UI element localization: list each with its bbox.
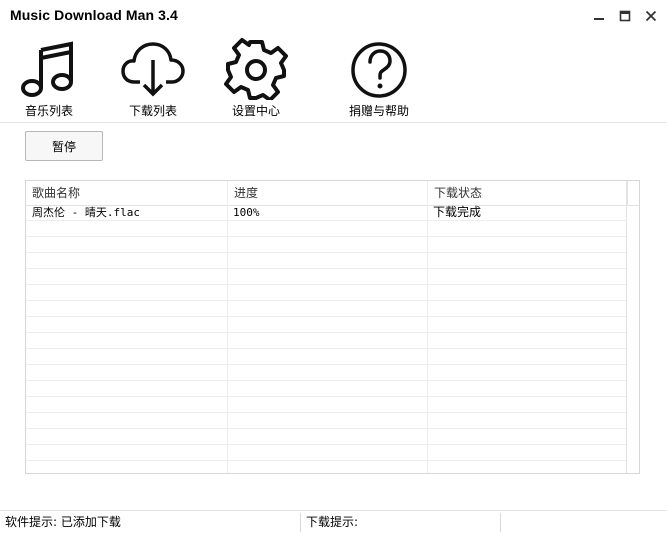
download-table: 歌曲名称 进度 下载状态 周杰伦 - 晴天.flac 100% 下载完成 (25, 180, 640, 474)
empty-table-row (26, 317, 627, 333)
cell-status: 下载完成 (433, 205, 482, 219)
maximize-icon (619, 10, 631, 22)
toolbar-divider (0, 122, 667, 123)
column-header-status[interactable]: 下载状态 (428, 181, 628, 205)
table-row[interactable]: 周杰伦 - 晴天.flac 100% 下载完成 (26, 205, 627, 221)
column-divider (427, 181, 428, 473)
empty-table-row (26, 333, 627, 349)
close-button[interactable] (643, 8, 659, 24)
status-divider (500, 513, 501, 532)
download-hint: 下载提示: (306, 515, 359, 529)
empty-table-row (26, 269, 627, 285)
toolbar-item-music-list[interactable]: 音乐列表 (4, 36, 94, 122)
toolbar-item-settings[interactable]: 设置中心 (211, 36, 301, 122)
table-header: 歌曲名称 进度 下载状态 (26, 181, 639, 206)
music-note-icon (21, 41, 73, 97)
empty-table-row (26, 301, 627, 317)
software-hint: 软件提示: 已添加下载 (5, 515, 121, 529)
empty-table-row (26, 285, 627, 301)
help-icon (351, 42, 407, 98)
status-divider (300, 513, 301, 532)
cell-song-name: 周杰伦 - 晴天.flac (32, 206, 140, 219)
empty-table-row (26, 253, 627, 269)
gear-icon (224, 38, 288, 100)
empty-table-row (26, 237, 627, 253)
toolbar-label-download-list: 下载列表 (128, 104, 177, 118)
empty-table-row (26, 397, 627, 413)
close-icon (645, 10, 657, 22)
toolbar: 音乐列表 下载列表 设置中心 捐赠与帮助 (0, 36, 667, 122)
status-bar: 软件提示: 已添加下载 下载提示: (0, 510, 667, 533)
empty-table-row (26, 365, 627, 381)
empty-table-row (26, 429, 627, 445)
toolbar-label-music-list: 音乐列表 (24, 104, 73, 118)
title-bar: Music Download Man 3.4 (0, 0, 667, 32)
minimize-icon (594, 18, 604, 20)
toolbar-item-download-list[interactable]: 下载列表 (108, 36, 198, 122)
maximize-button[interactable] (617, 8, 633, 24)
vertical-scrollbar[interactable] (626, 181, 639, 473)
empty-table-row (26, 445, 627, 461)
pause-button[interactable]: 暂停 (25, 131, 103, 161)
minimize-button[interactable] (591, 8, 607, 24)
empty-table-row (26, 221, 627, 237)
column-divider (227, 181, 228, 473)
window-title: Music Download Man 3.4 (10, 7, 178, 23)
toolbar-label-settings: 设置中心 (231, 104, 280, 118)
toolbar-label-help: 捐赠与帮助 (348, 104, 409, 118)
empty-table-row (26, 381, 627, 397)
cell-progress: 100% (233, 206, 260, 219)
toolbar-item-help[interactable]: 捐赠与帮助 (334, 36, 424, 122)
empty-table-row (26, 413, 627, 429)
column-header-song-name[interactable]: 歌曲名称 (26, 181, 228, 205)
empty-table-row (26, 349, 627, 365)
cloud-download-icon (121, 42, 185, 97)
column-header-progress[interactable]: 进度 (228, 181, 428, 205)
